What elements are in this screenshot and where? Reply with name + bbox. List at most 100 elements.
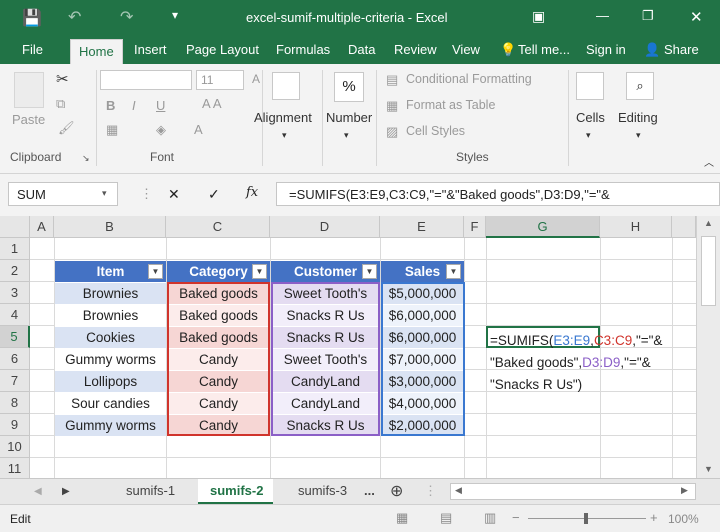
bold-button[interactable]: B — [106, 98, 115, 113]
borders-icon[interactable]: ▦ — [106, 122, 118, 138]
row-header-11[interactable]: 11 — [0, 458, 30, 480]
table-cell-item[interactable]: Lollipops — [55, 371, 166, 392]
column-header-h[interactable]: H — [600, 216, 672, 238]
alignment-button[interactable]: Alignment — [254, 110, 312, 125]
row-header-1[interactable]: 1 — [0, 238, 30, 260]
column-header-a[interactable]: A — [30, 216, 54, 238]
tab-home[interactable]: Home — [70, 39, 123, 65]
formula-input[interactable]: =SUMIFS(E3:E9,C3:C9,"="&"Baked goods",D3… — [276, 182, 720, 206]
table-cell-item[interactable]: Brownies — [55, 283, 166, 304]
table-cell-item[interactable]: Cookies — [55, 327, 166, 348]
tab-file[interactable]: File — [22, 42, 43, 57]
table-cell-item[interactable]: Gummy worms — [55, 415, 166, 436]
minimize-button[interactable]: — — [596, 8, 609, 23]
table-cell-item[interactable]: Brownies — [55, 305, 166, 326]
row-header-2[interactable]: 2 — [0, 260, 30, 282]
scroll-thumb[interactable] — [701, 236, 716, 306]
prev-sheet-icon[interactable]: ◀ — [34, 486, 42, 497]
conditional-formatting-button[interactable]: Conditional Formatting — [406, 72, 532, 86]
format-painter-icon[interactable]: 🖌 — [58, 120, 75, 136]
zoom-in-button[interactable]: + — [650, 510, 658, 525]
undo-icon[interactable]: ↶ — [68, 7, 81, 27]
row-header-5[interactable]: 5 — [0, 326, 30, 348]
vertical-scrollbar[interactable]: ▲ ▼ — [696, 216, 720, 478]
chevron-down-icon[interactable]: ▾ — [102, 188, 107, 199]
table-cell-item[interactable]: Gummy worms — [55, 349, 166, 370]
row-header-4[interactable]: 4 — [0, 304, 30, 326]
tab-insert[interactable]: Insert — [134, 42, 167, 57]
cells-icon[interactable] — [576, 72, 604, 100]
alignment-icon[interactable] — [272, 72, 300, 100]
paste-button[interactable]: Paste — [12, 112, 45, 127]
sheet-tab-sumifs-1[interactable]: sumifs-1 — [126, 483, 175, 498]
select-all-corner[interactable] — [0, 216, 30, 238]
filter-dropdown-icon[interactable]: ▼ — [362, 264, 377, 279]
search-icon[interactable]: ⌕ — [626, 72, 654, 100]
grow-shrink-font-icon[interactable]: A A — [202, 96, 222, 111]
normal-view-icon[interactable]: ▦ — [396, 510, 408, 526]
copy-icon[interactable]: ⧉ — [56, 96, 65, 112]
percent-icon[interactable]: % — [334, 72, 364, 102]
row-header-10[interactable]: 10 — [0, 436, 30, 458]
quick-access-customize-icon[interactable]: ▾ — [172, 8, 178, 22]
share-button[interactable]: Share — [664, 42, 699, 57]
scroll-down-icon[interactable]: ▼ — [704, 464, 713, 474]
page-break-view-icon[interactable]: ▥ — [484, 510, 496, 526]
font-color-icon[interactable]: A — [194, 122, 203, 137]
zoom-slider-thumb[interactable] — [584, 513, 588, 524]
row-header-8[interactable]: 8 — [0, 392, 30, 414]
filter-dropdown-icon[interactable]: ▼ — [446, 264, 461, 279]
zoom-level[interactable]: 100% — [668, 512, 699, 526]
tab-view[interactable]: View — [452, 42, 480, 57]
enter-button[interactable]: ✓ — [208, 186, 220, 203]
scroll-right-icon[interactable]: ▶ — [681, 485, 688, 496]
restore-button[interactable]: ❐ — [642, 8, 654, 24]
grow-font-icon[interactable]: A — [252, 72, 260, 86]
clipboard-launcher-icon[interactable]: ↘ — [82, 153, 90, 164]
row-header-3[interactable]: 3 — [0, 282, 30, 304]
column-header-d[interactable]: D — [270, 216, 380, 238]
close-button[interactable]: ✕ — [690, 8, 703, 26]
redo-icon[interactable]: ↷ — [120, 7, 133, 27]
cut-icon[interactable]: ✂ — [56, 70, 69, 88]
horizontal-scrollbar[interactable]: ◀ ▶ — [450, 483, 696, 500]
sign-in-link[interactable]: Sign in — [586, 42, 626, 57]
font-name-select[interactable] — [100, 70, 192, 90]
filter-dropdown-icon[interactable]: ▼ — [148, 264, 163, 279]
tab-page-layout[interactable]: Page Layout — [186, 42, 259, 57]
scroll-up-icon[interactable]: ▲ — [704, 218, 713, 228]
insert-function-button[interactable]: fx — [246, 185, 258, 200]
cancel-button[interactable]: ✕ — [168, 186, 180, 203]
number-button[interactable]: Number — [326, 110, 372, 125]
tab-formulas[interactable]: Formulas — [276, 42, 330, 57]
cell-styles-button[interactable]: Cell Styles — [406, 124, 465, 138]
column-header-c[interactable]: C — [166, 216, 270, 238]
ribbon-display-options-icon[interactable]: ▣ — [532, 8, 545, 25]
column-header-g[interactable]: G — [486, 216, 600, 238]
collapse-ribbon-icon[interactable]: ︿ — [704, 154, 714, 169]
fill-color-icon[interactable]: ◈ — [156, 122, 166, 138]
tab-review[interactable]: Review — [394, 42, 437, 57]
next-sheet-icon[interactable]: ▶ — [62, 486, 70, 497]
tab-data[interactable]: Data — [348, 42, 375, 57]
row-header-9[interactable]: 9 — [0, 414, 30, 436]
more-sheets-button[interactable]: ... — [364, 483, 375, 498]
font-size-select[interactable]: 11 — [196, 70, 244, 90]
sheet-tab-sumifs-3[interactable]: sumifs-3 — [298, 483, 347, 498]
filter-dropdown-icon[interactable]: ▼ — [252, 264, 267, 279]
table-cell-item[interactable]: Sour candies — [55, 393, 166, 414]
cell-edit-text[interactable]: =SUMIFS(E3:E9,C3:C9,"="& "Baked goods",D… — [490, 330, 662, 396]
zoom-out-button[interactable]: − — [512, 510, 520, 525]
italic-button[interactable]: I — [132, 98, 136, 113]
page-layout-view-icon[interactable]: ▤ — [440, 510, 452, 526]
row-header-7[interactable]: 7 — [0, 370, 30, 392]
editing-button[interactable]: Editing — [618, 110, 658, 125]
column-header-e[interactable]: E — [380, 216, 464, 238]
column-header-f[interactable]: F — [464, 216, 486, 238]
tell-me-input[interactable]: Tell me... — [518, 42, 570, 57]
column-header-partial[interactable] — [672, 216, 696, 238]
sheet-tab-sumifs-2[interactable]: sumifs-2 — [198, 479, 274, 505]
cells-button[interactable]: Cells — [576, 110, 605, 125]
format-as-table-button[interactable]: Format as Table — [406, 98, 495, 112]
paste-icon[interactable] — [14, 72, 44, 108]
